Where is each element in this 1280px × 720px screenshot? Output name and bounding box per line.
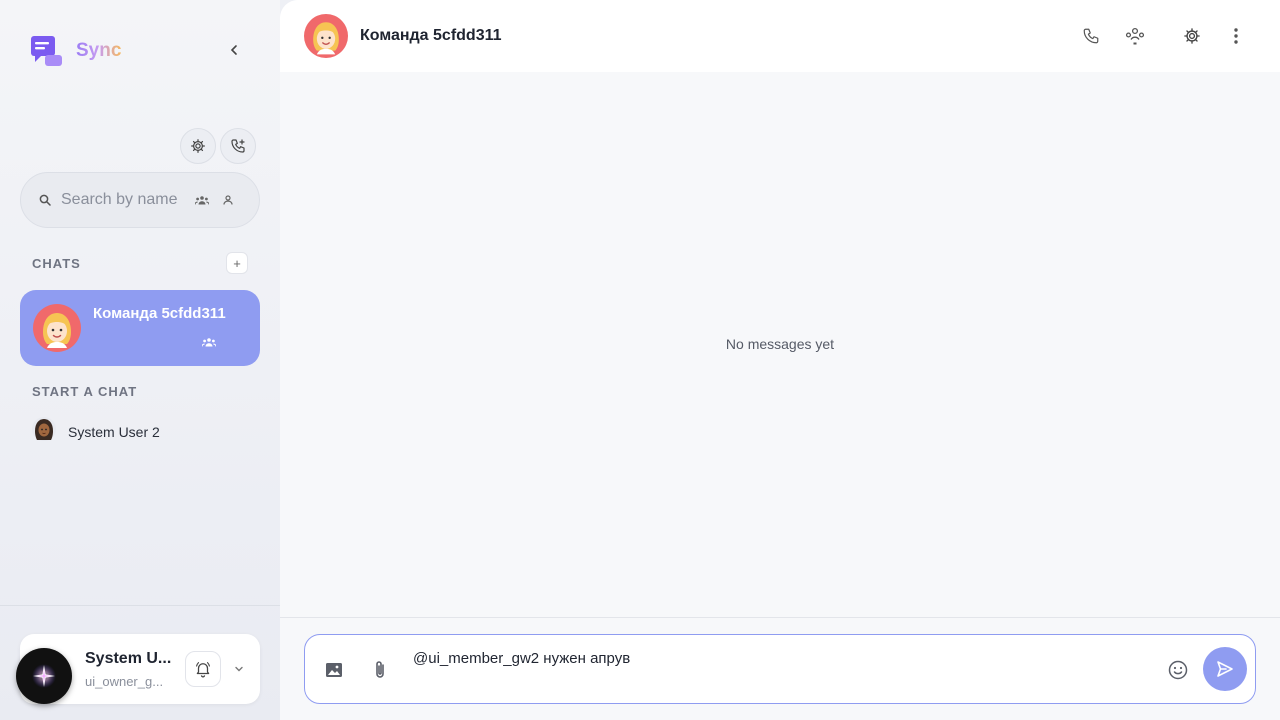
- sidebar: Sync CHATS +: [0, 0, 280, 720]
- attach-file-button[interactable]: [368, 658, 392, 682]
- paperclip-icon: [376, 661, 384, 678]
- chat-logo-icon: [30, 34, 64, 68]
- smile-icon: [1168, 660, 1188, 680]
- chat-name: Команда 5cfdd311: [93, 305, 226, 322]
- group-call-icon: [1125, 27, 1145, 45]
- chevron-left-icon: [230, 45, 237, 55]
- notifications-button[interactable]: [185, 651, 221, 687]
- chat-title: Команда 5cfdd311: [360, 27, 502, 44]
- image-icon: [326, 663, 342, 677]
- gear-icon: [1184, 28, 1200, 44]
- more-vertical-icon: [1234, 28, 1238, 44]
- filter-groups-icon[interactable]: [195, 195, 209, 205]
- empty-state-text: No messages yet: [725, 336, 835, 352]
- message-input[interactable]: [413, 650, 1153, 690]
- profile-menu-button[interactable]: [230, 660, 248, 678]
- send-button[interactable]: [1203, 647, 1247, 691]
- new-call-button[interactable]: [220, 128, 256, 164]
- phone-icon: [1083, 28, 1099, 44]
- brand: Sync: [30, 34, 121, 68]
- profile-username: ui_owner_g...: [85, 674, 164, 689]
- chat-list-item[interactable]: Команда 5cfdd311: [20, 290, 260, 366]
- search-box: [20, 172, 260, 228]
- attach-image-button[interactable]: [322, 658, 346, 682]
- group-call-button[interactable]: [1123, 24, 1147, 48]
- start-chat-user-name: System User 2: [68, 423, 160, 440]
- chat-panel: Команда 5cfdd311 No messages yet: [280, 0, 1280, 720]
- voice-call-button[interactable]: [1079, 24, 1103, 48]
- profile-name: System U...: [85, 650, 172, 667]
- chevron-down-icon: [235, 666, 243, 672]
- group-chat-icon: [201, 334, 217, 352]
- search-input[interactable]: [61, 191, 177, 209]
- sidebar-divider: [0, 605, 280, 606]
- app-name: Sync: [76, 40, 122, 61]
- start-chat-user[interactable]: System User 2: [32, 417, 160, 446]
- gear-icon: [191, 139, 205, 153]
- chat-header: Команда 5cfdd311: [280, 0, 1280, 72]
- phone-plus-icon: [231, 139, 245, 153]
- settings-button[interactable]: [180, 128, 216, 164]
- assistant-button[interactable]: [16, 648, 72, 704]
- add-chat-button[interactable]: +: [226, 252, 248, 274]
- girl-avatar-icon: [304, 14, 348, 63]
- send-icon: [1217, 661, 1233, 677]
- user-avatar-icon: [32, 417, 56, 446]
- start-chat-section-title: START A CHAT: [32, 384, 138, 399]
- search-icon: [39, 194, 51, 206]
- collapse-sidebar-button[interactable]: [222, 38, 246, 62]
- emoji-button[interactable]: [1166, 658, 1190, 682]
- more-options-button[interactable]: [1224, 24, 1248, 48]
- bell-icon: [196, 662, 210, 678]
- girl-avatar-icon: [33, 304, 81, 357]
- message-composer: [304, 634, 1256, 704]
- chat-settings-button[interactable]: [1180, 24, 1204, 48]
- sparkle-icon: [32, 664, 56, 688]
- filter-users-icon[interactable]: [223, 195, 233, 205]
- composer-divider: [280, 617, 1280, 618]
- chats-section-title: CHATS: [32, 256, 81, 271]
